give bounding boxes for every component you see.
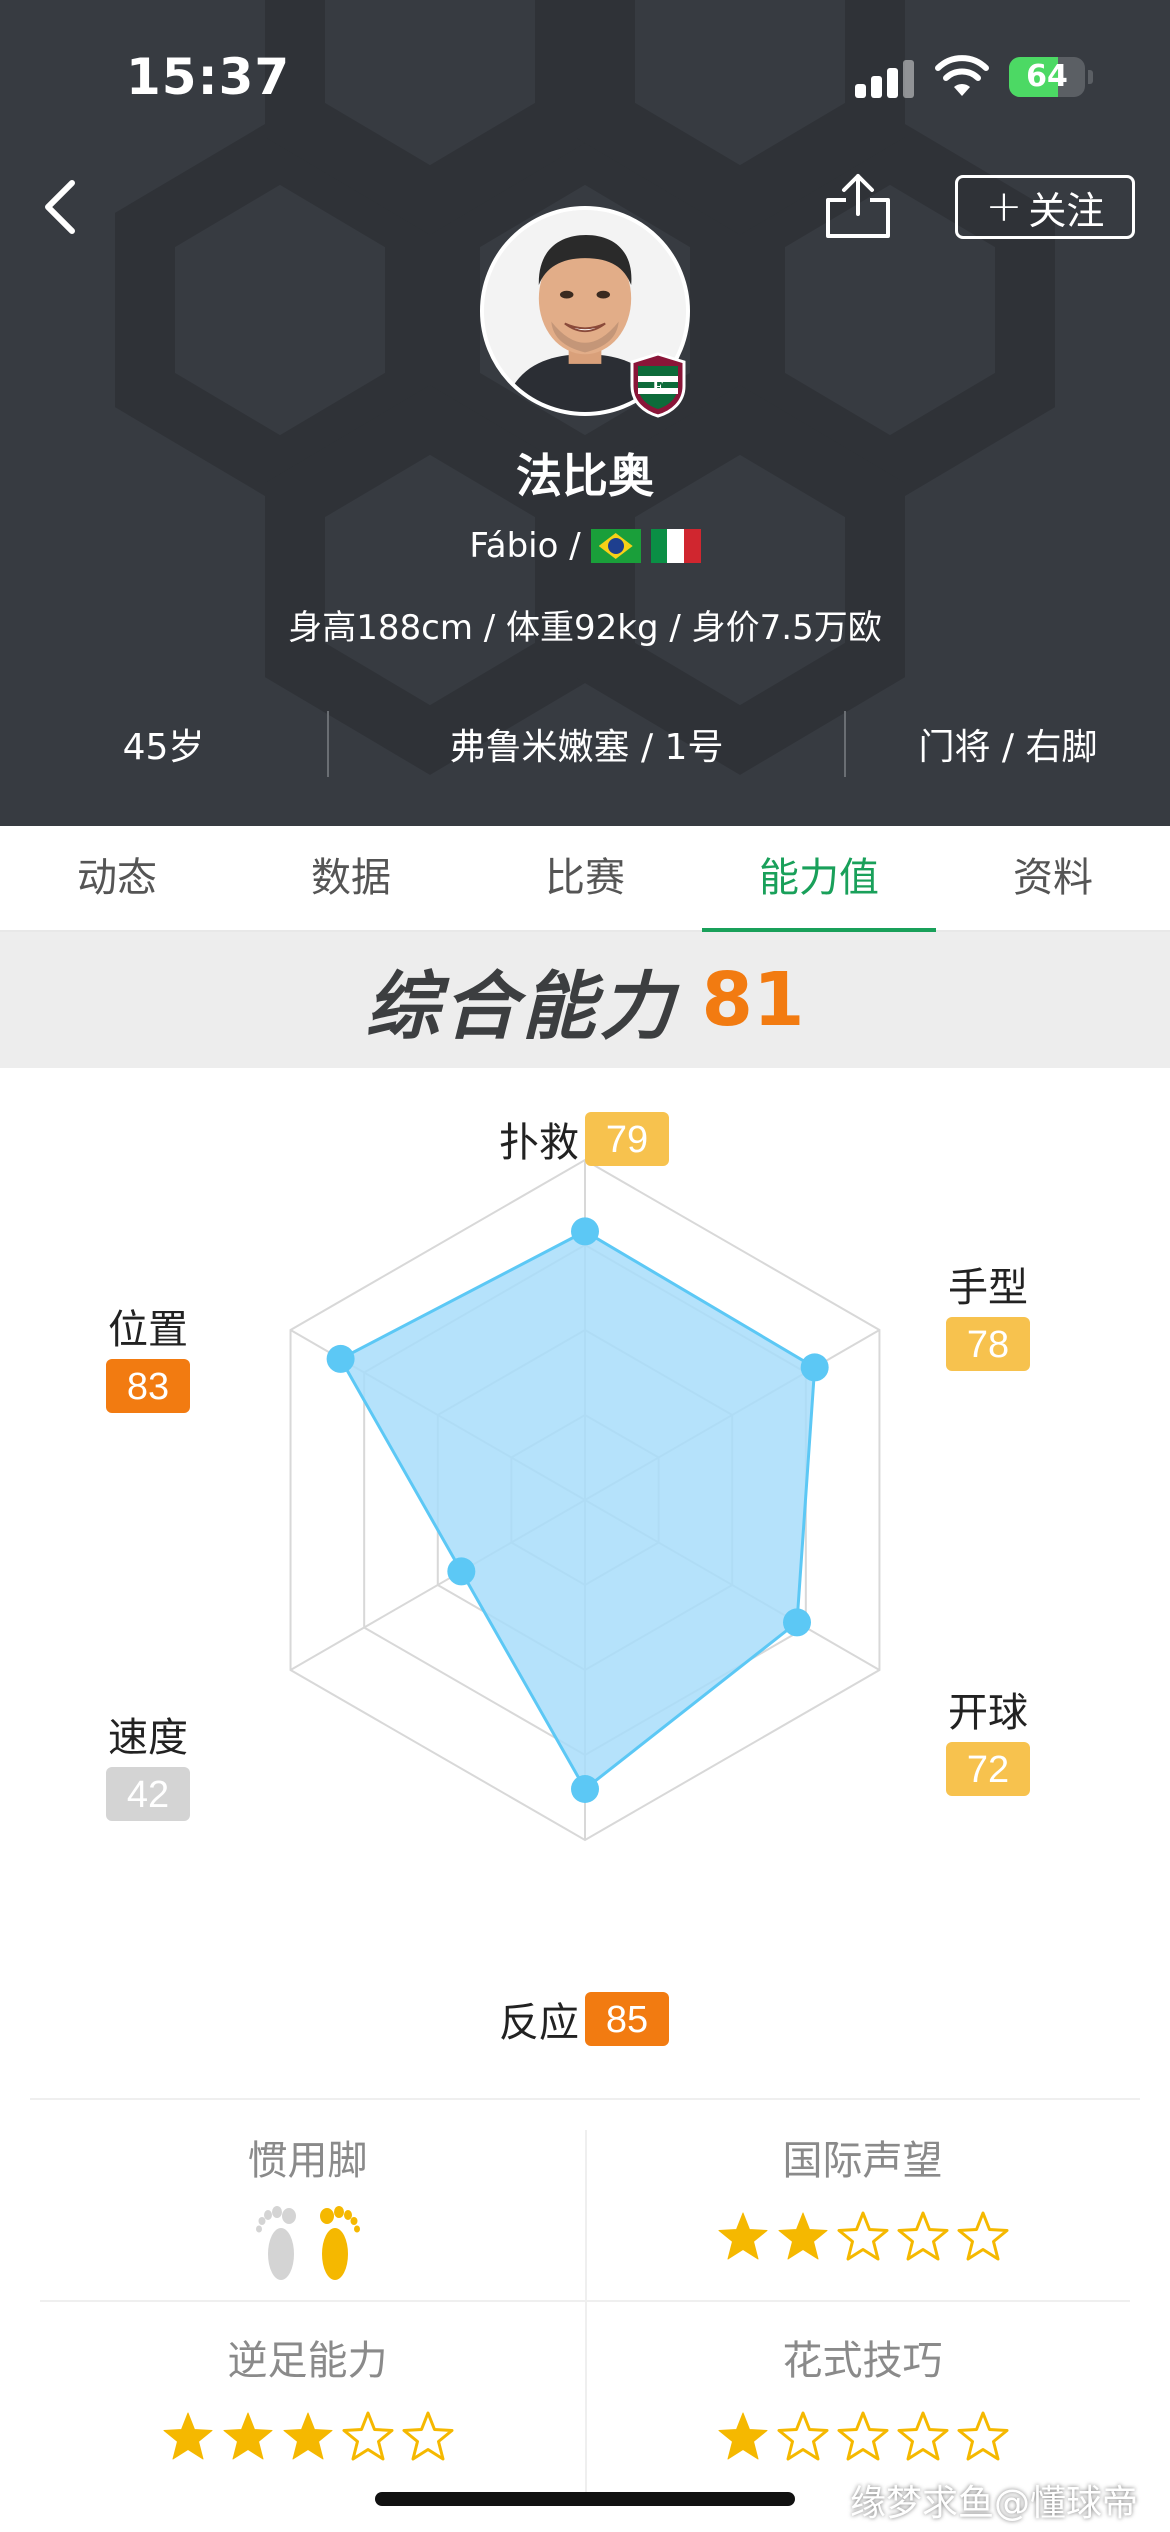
player-header: 15:37 64 + 关注 F 法比奥 Fábio / 身高188cm / 体重… xyxy=(0,0,1170,826)
radar-value-label: 83 xyxy=(127,1366,169,1408)
tab-bar: 动态 数据 比赛 能力值 资料 xyxy=(0,826,1170,932)
star-empty-icon xyxy=(957,2411,1008,2461)
player-latin-name-row: Fábio / xyxy=(0,526,1170,566)
svg-text:F: F xyxy=(653,376,664,396)
right-foot-icon xyxy=(319,2206,360,2280)
radar-point-2 xyxy=(800,1353,829,1382)
tab-data[interactable]: 数据 xyxy=(234,826,468,930)
follow-label: 关注 xyxy=(1028,188,1105,233)
radar-value-label: 85 xyxy=(606,1999,648,2041)
back-chevron-icon[interactable] xyxy=(36,175,86,239)
reputation-stars xyxy=(585,2210,1140,2264)
star-filled-icon xyxy=(718,2412,767,2460)
player-physical-info: 身高188cm / 体重92kg / 身价7.5万欧 xyxy=(288,608,882,648)
home-indicator xyxy=(375,2492,795,2506)
radar-point-1 xyxy=(571,1217,599,1246)
battery-level: 64 xyxy=(1026,59,1068,94)
status-time: 15:37 xyxy=(126,48,291,106)
radar-value-area xyxy=(338,1229,817,1792)
tab-matches[interactable]: 比赛 xyxy=(468,826,702,930)
skill-moves-label: 花式技巧 xyxy=(782,2338,943,2384)
reputation-label: 国际声望 xyxy=(782,2138,943,2184)
age-stat: 45岁 xyxy=(122,727,205,768)
radar-point-5 xyxy=(447,1557,476,1586)
follow-button[interactable]: + 关注 xyxy=(955,175,1135,239)
battery-icon: 64 xyxy=(1009,57,1085,97)
star-filled-icon xyxy=(223,2412,272,2460)
tab-profile[interactable]: 资料 xyxy=(936,826,1170,930)
weak-foot-label: 逆足能力 xyxy=(227,2338,388,2384)
skill-moves-cell: 花式技巧 xyxy=(585,2300,1140,2500)
plus-icon: + xyxy=(985,181,1023,232)
radar-axis-label: 手型 xyxy=(948,1265,1028,1311)
attribute-grid: 惯用脚 国际声望 逆足能力 花式技巧 xyxy=(30,2098,1140,2498)
radar-axis-label: 反应 xyxy=(499,2000,579,2046)
radar-value-label: 42 xyxy=(127,1774,169,1816)
club-badge-icon: F xyxy=(630,352,686,418)
radar-axis-label: 开球 xyxy=(948,1690,1028,1736)
left-foot-icon xyxy=(255,2206,296,2280)
star-empty-icon xyxy=(837,2211,888,2261)
ability-radar-chart: 扑救 79 手型 78 开球 72 反应 85 速度 42 位置 83 xyxy=(106,1112,1030,2046)
overall-value: 81 xyxy=(701,957,805,1043)
radar-point-3 xyxy=(783,1608,812,1637)
preferred-foot-cell: 惯用脚 xyxy=(30,2100,585,2300)
brazil-flag-icon xyxy=(590,529,641,563)
radar-point-6 xyxy=(326,1344,355,1373)
star-empty-icon xyxy=(402,2411,453,2461)
radar-value-label: 72 xyxy=(967,1749,1009,1791)
star-empty-icon xyxy=(897,2211,948,2261)
radar-point-4 xyxy=(571,1775,599,1803)
preferred-foot-label: 惯用脚 xyxy=(247,2138,368,2184)
radar-value-label: 79 xyxy=(606,1119,648,1161)
italy-flag-icon xyxy=(650,529,701,563)
club-number-stat[interactable]: 弗鲁米嫩塞 / 1号 xyxy=(329,718,844,770)
star-filled-icon xyxy=(718,2212,767,2260)
weak-foot-stars xyxy=(30,2410,585,2464)
feet-indicator xyxy=(30,2202,585,2282)
position-foot-stat: 门将 / 右脚 xyxy=(918,727,1098,768)
reputation-cell: 国际声望 xyxy=(585,2100,1140,2300)
star-empty-icon xyxy=(777,2411,828,2461)
player-latin-name: Fábio / xyxy=(469,526,581,566)
star-filled-icon xyxy=(778,2212,827,2260)
radar-axis-label: 速度 xyxy=(108,1715,188,1761)
share-icon[interactable] xyxy=(822,170,894,242)
tab-ability[interactable]: 能力值 xyxy=(702,826,936,932)
player-stat-row: 45岁 弗鲁米嫩塞 / 1号 门将 / 右脚 xyxy=(0,706,1170,782)
skill-moves-stars xyxy=(585,2410,1140,2464)
overall-label: 综合能力 xyxy=(365,963,678,1050)
watermark: 缘梦求鱼@懂球帝 xyxy=(850,2483,1139,2524)
star-filled-icon xyxy=(163,2412,212,2460)
star-empty-icon xyxy=(342,2411,393,2461)
cellular-signal-icon xyxy=(855,58,915,98)
star-empty-icon xyxy=(957,2211,1008,2261)
star-filled-icon xyxy=(283,2412,332,2460)
radar-axis-label: 位置 xyxy=(108,1307,188,1353)
player-name: 法比奥 xyxy=(516,449,654,503)
weak-foot-cell: 逆足能力 xyxy=(30,2300,585,2500)
radar-axis-label: 扑救 xyxy=(499,1120,579,1166)
star-empty-icon xyxy=(897,2411,948,2461)
star-empty-icon xyxy=(837,2411,888,2461)
wifi-icon xyxy=(935,55,989,96)
overall-rating-band: 综合能力 81 xyxy=(0,932,1170,1068)
tab-feed[interactable]: 动态 xyxy=(0,826,234,930)
radar-value-label: 78 xyxy=(967,1324,1009,1366)
